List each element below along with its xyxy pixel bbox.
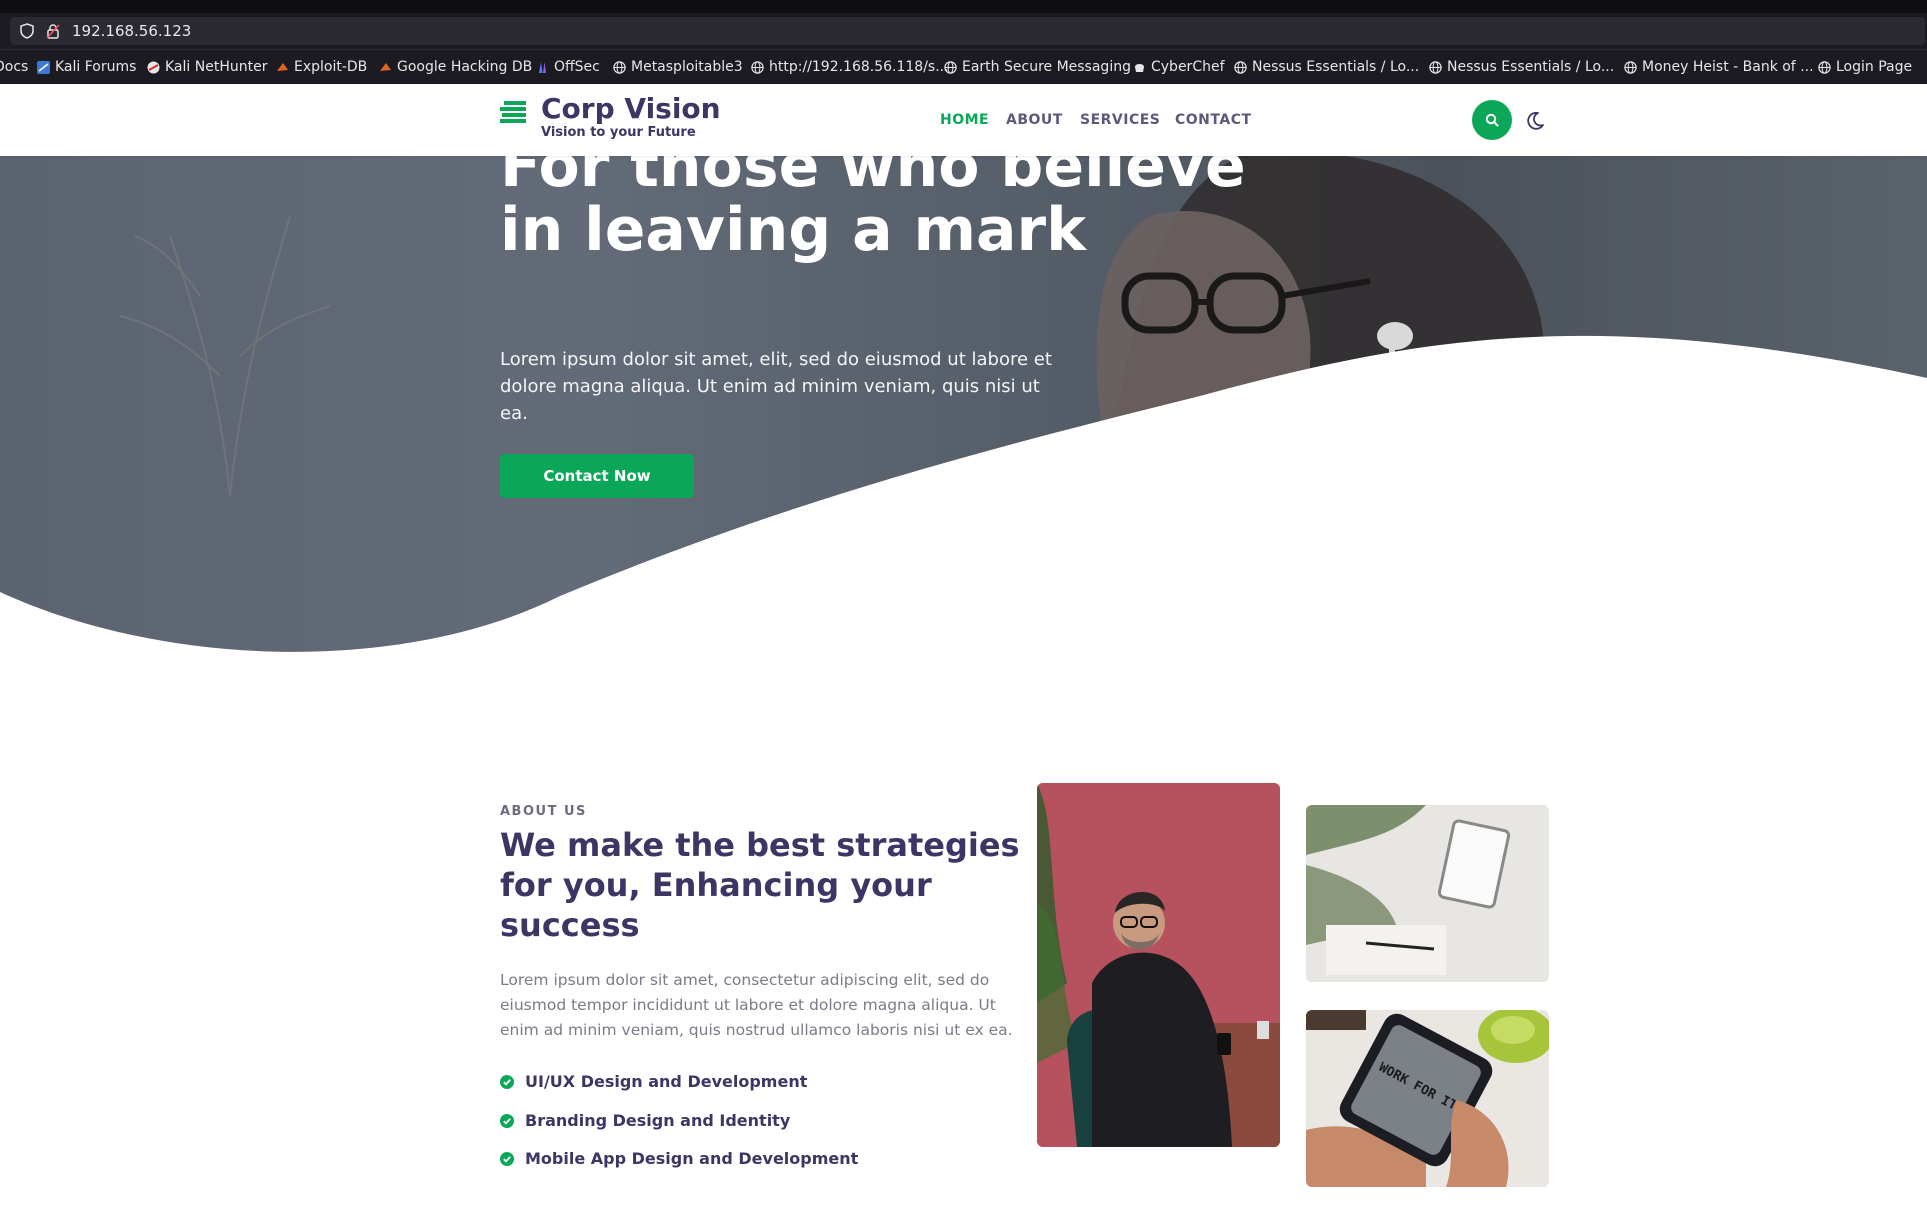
feature-label: UI/UX Design and Development — [525, 1072, 808, 1091]
logo-bars-icon[interactable] — [500, 100, 528, 124]
nethunter-icon — [147, 61, 160, 73]
bookmark-label: Exploit-DB — [294, 59, 368, 75]
bookmark-kali-nethunter[interactable]: Kali NetHunter — [147, 58, 267, 76]
cyberchef-icon — [1135, 63, 1144, 72]
brand-name[interactable]: Corp Vision — [541, 92, 721, 125]
hero-title: For those who believe in leaving a mark — [500, 156, 1246, 265]
bookmark-earth-secure-messaging[interactable]: Earth Secure Messaging — [944, 58, 1131, 76]
search-button[interactable] — [1472, 100, 1512, 140]
businessman-photo — [1037, 783, 1280, 1147]
globe-icon — [751, 60, 764, 74]
nav-services[interactable]: SERVICES — [1080, 112, 1160, 128]
globe-icon — [1818, 60, 1831, 74]
nav-about[interactable]: ABOUT — [1006, 112, 1063, 128]
bookmark-label: http://192.168.56.118/s... — [769, 59, 949, 75]
bookmark-label: Google Hacking DB — [397, 59, 533, 75]
bookmark-google-hacking-db[interactable]: Google Hacking DB — [379, 58, 532, 76]
contact-now-button[interactable]: Contact Now — [500, 454, 694, 498]
shield-icon[interactable] — [20, 23, 34, 39]
nav-contact[interactable]: CONTACT — [1175, 112, 1252, 128]
globe-icon — [1234, 60, 1247, 74]
url-text[interactable]: 192.168.56.123 — [72, 22, 191, 40]
about-text: Lorem ipsum dolor sit amet, consectetur … — [500, 971, 1013, 1039]
bookmark-metasploitable3[interactable]: Metasploitable3 — [613, 58, 743, 76]
bookmark-money-heist[interactable]: Money Heist - Bank of ... — [1624, 58, 1814, 76]
check-circle-icon — [500, 1074, 514, 1089]
bookmark-label: Metasploitable3 — [631, 59, 743, 75]
feature-item: Mobile App Design and Development — [500, 1149, 858, 1168]
bookmark-label: OffSec — [554, 59, 600, 75]
exploitdb-icon — [277, 62, 288, 71]
bookmark-nessus-1[interactable]: Nessus Essentials / Lo... — [1234, 58, 1419, 76]
offsec-icon — [539, 61, 546, 73]
kali-icon — [37, 60, 50, 74]
dark-mode-moon-icon[interactable] — [1524, 110, 1546, 132]
phone-work-for-it-photo: WORK FOR IT — [1306, 1010, 1549, 1187]
bookmark-login-page[interactable]: Login Page — [1818, 58, 1912, 76]
feature-item: Branding Design and Identity — [500, 1111, 790, 1130]
hero-section: For those who believe in leaving a mark … — [0, 156, 1927, 676]
bookmarks-bar: Docs Kali Forums Kali NetHunter Exploit-… — [0, 50, 1927, 84]
feature-item: UI/UX Design and Development — [500, 1072, 807, 1091]
check-circle-icon — [500, 1151, 514, 1166]
globe-icon — [944, 60, 957, 74]
bookmark-label: Money Heist - Bank of ... — [1642, 59, 1814, 75]
insecure-lock-icon[interactable] — [46, 23, 60, 39]
browser-tabstrip — [0, 0, 1927, 13]
bookmark-label: Nessus Essentials / Lo... — [1447, 59, 1615, 75]
bookmark-nessus-2[interactable]: Nessus Essentials / Lo... — [1429, 58, 1614, 76]
address-bar[interactable]: 192.168.56.123 — [10, 17, 1925, 45]
ghdb-icon — [380, 62, 391, 71]
bookmark-label: Docs — [0, 59, 29, 75]
about-title: We make the best strategies for you, Enh… — [500, 826, 1020, 944]
bookmark-cyberchef[interactable]: CyberChef — [1133, 58, 1225, 76]
bookmark-label: CyberChef — [1151, 59, 1225, 75]
bookmark-docs[interactable]: Docs — [0, 58, 28, 76]
about-kicker: ABOUT US — [500, 804, 587, 819]
bookmark-offsec[interactable]: OffSec — [536, 58, 600, 76]
site-header: Corp Vision Vision to your Future HOME A… — [0, 84, 1927, 156]
globe-icon — [613, 60, 626, 74]
feature-label: Branding Design and Identity — [525, 1111, 791, 1130]
browser-toolbar: 192.168.56.123 — [0, 13, 1927, 50]
bookmark-label: Kali NetHunter — [165, 59, 268, 75]
search-icon — [1485, 113, 1499, 127]
bookmark-label: Earth Secure Messaging — [962, 59, 1131, 75]
bookmark-label: Login Page — [1836, 59, 1913, 75]
globe-icon — [1429, 60, 1442, 74]
check-circle-icon — [500, 1113, 514, 1128]
feature-label: Mobile App Design and Development — [525, 1149, 859, 1168]
nav-home[interactable]: HOME — [940, 112, 989, 128]
bookmark-kali-forums[interactable]: Kali Forums — [37, 58, 136, 76]
bookmark-label: Kali Forums — [55, 59, 137, 75]
brand-tagline: Vision to your Future — [541, 125, 696, 140]
globe-icon — [1624, 60, 1637, 74]
tablet-photo — [1306, 805, 1549, 982]
bookmark-exploit-db[interactable]: Exploit-DB — [276, 58, 367, 76]
bookmark-http-192-168-56-118[interactable]: http://192.168.56.118/s... — [751, 58, 949, 76]
hero-text: Lorem ipsum dolor sit amet, elit, sed do… — [500, 349, 1052, 424]
bookmark-label: Nessus Essentials / Lo... — [1252, 59, 1420, 75]
